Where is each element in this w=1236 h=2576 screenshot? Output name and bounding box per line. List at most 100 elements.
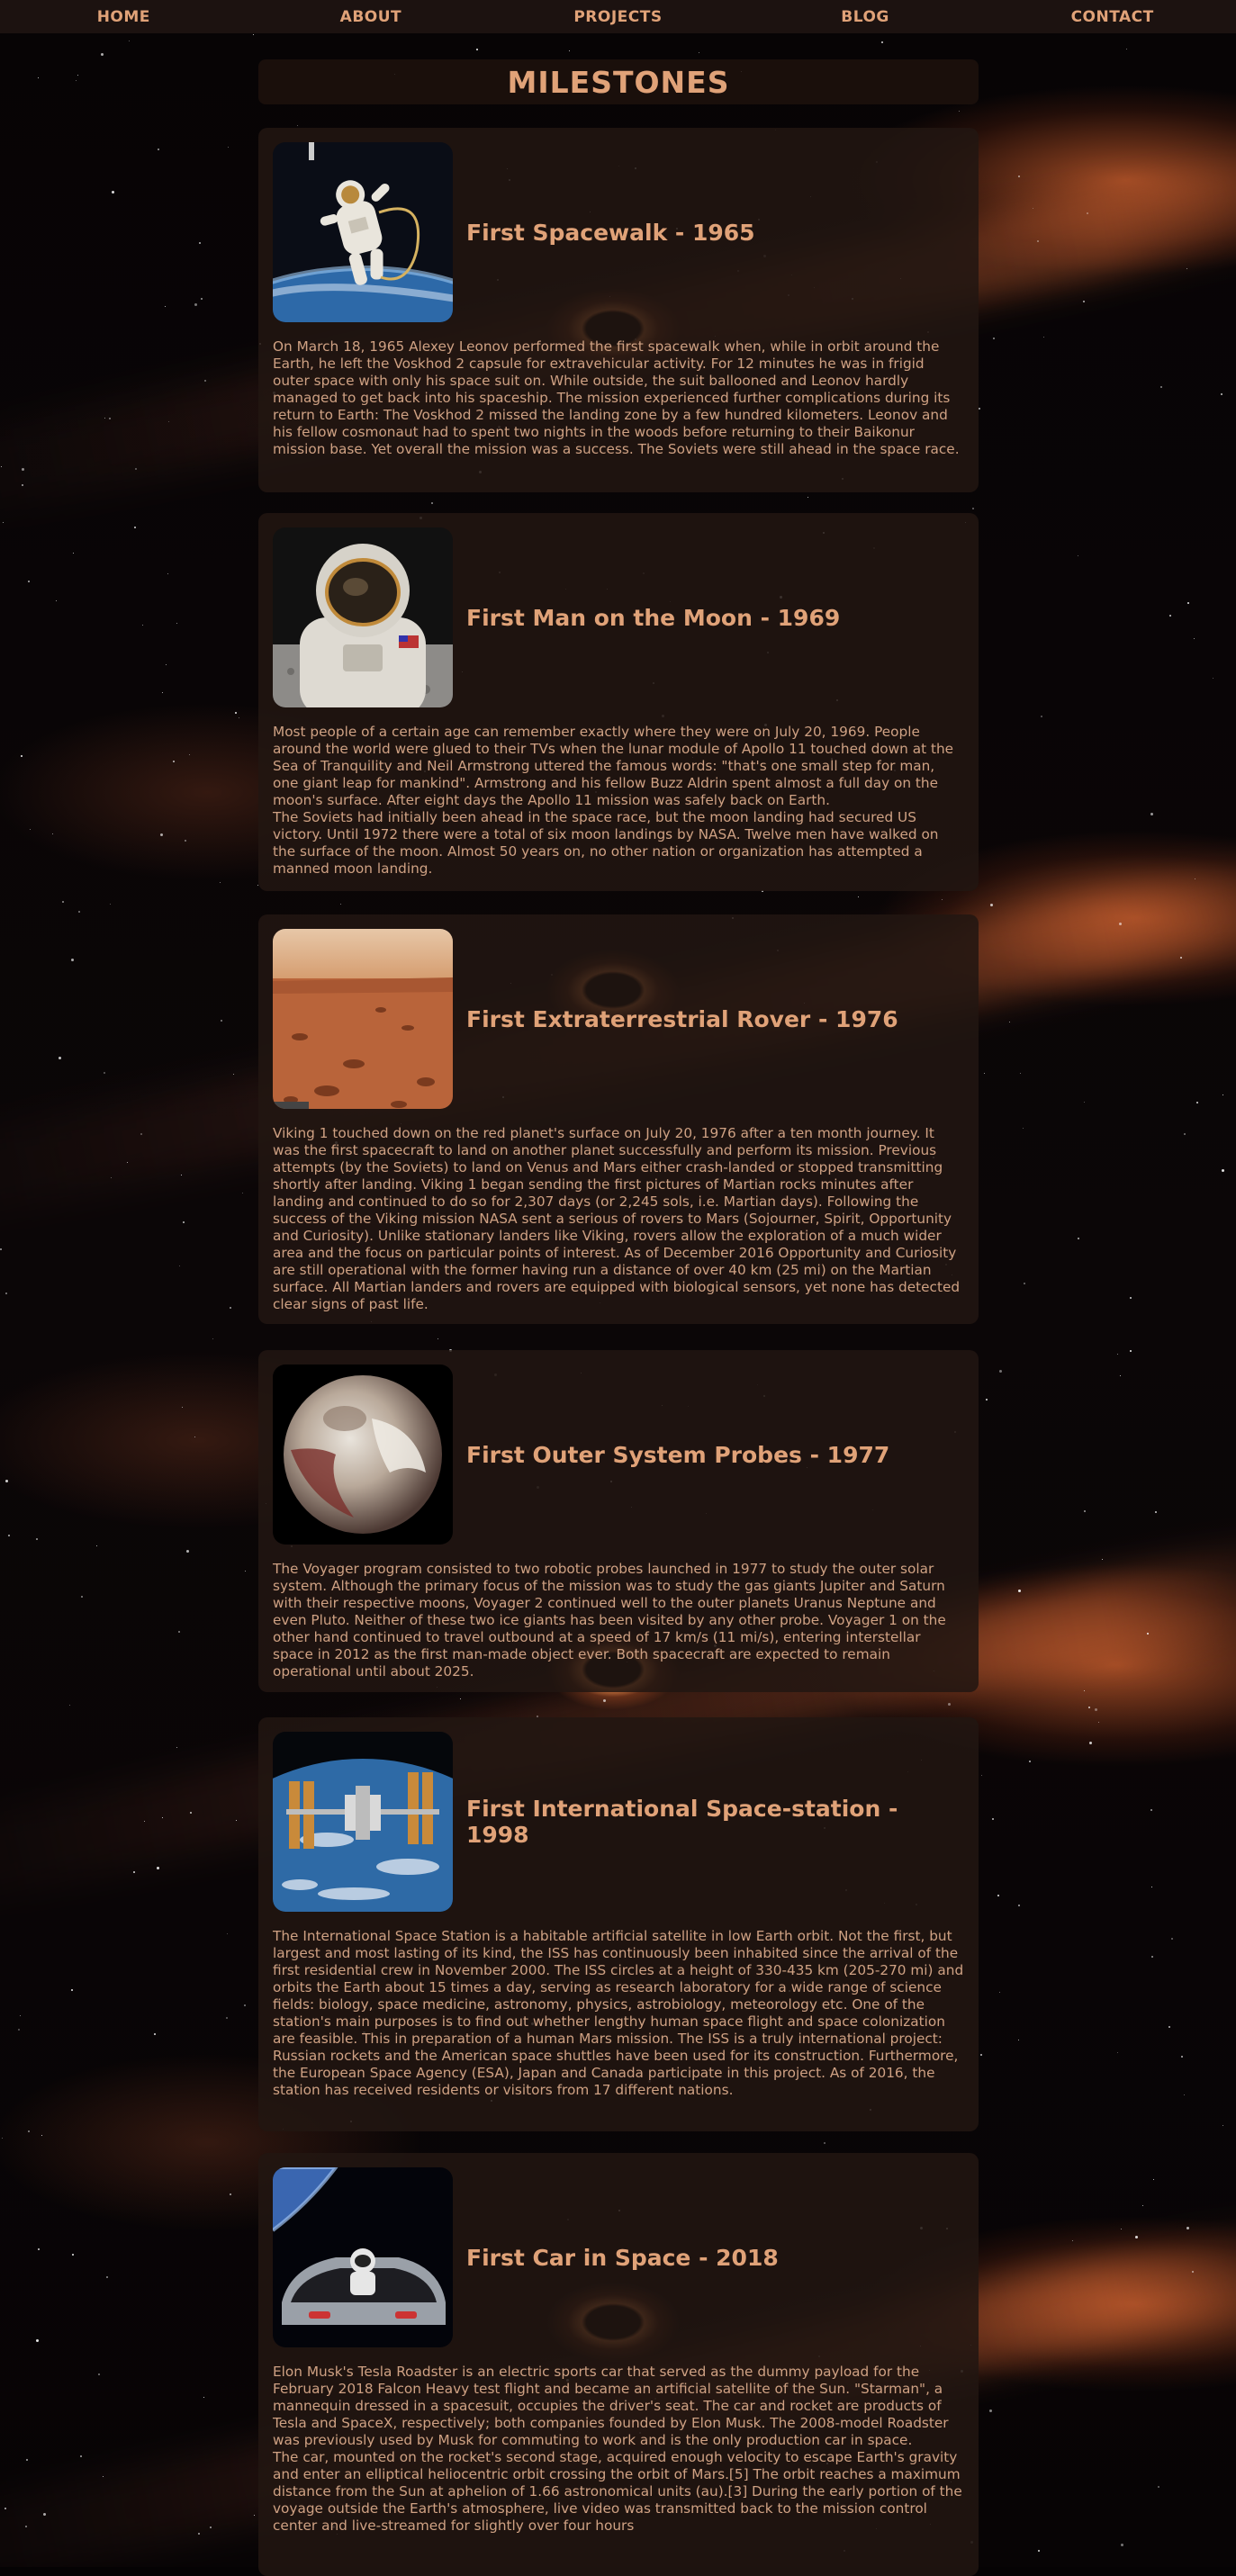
star-dot (297, 125, 298, 126)
star-dot (28, 581, 30, 582)
space-station-image (273, 1732, 453, 1912)
star-dot (38, 2248, 40, 2250)
star-dot (21, 755, 23, 757)
star-dot (98, 2373, 100, 2375)
star-dot (1181, 2056, 1183, 2058)
star-dot (73, 553, 74, 554)
milestone-card: First Spacewalk - 1965 On March 18, 1965… (258, 128, 979, 492)
star-dot (993, 338, 995, 339)
star-dot (1078, 1238, 1079, 1239)
star-dot (56, 600, 57, 601)
star-dot (1194, 638, 1195, 639)
star-dot (1192, 2271, 1194, 2273)
star-dot (190, 1812, 192, 1814)
milestone-title: First Spacewalk - 1965 (466, 219, 755, 246)
star-dot (20, 2015, 21, 2016)
star-dot (52, 833, 53, 834)
star-dot (1184, 2094, 1185, 2095)
star-dot (992, 1818, 994, 1820)
star-dot (1160, 386, 1162, 388)
star-dot (1018, 1590, 1021, 1592)
star-dot (36, 1538, 38, 1540)
star-dot (157, 1867, 159, 1869)
star-dot (569, 50, 570, 51)
star-dot (603, 1699, 606, 1702)
star-dot (43, 2513, 46, 2516)
mars-surface-image (273, 929, 453, 1109)
milestone-description: Elon Musk's Tesla Roadster is an electri… (273, 2364, 962, 2534)
star-dot (1153, 2179, 1154, 2180)
star-dot (972, 508, 974, 509)
pluto-planet-image (273, 1365, 453, 1545)
star-dot (1043, 337, 1044, 338)
star-dot (230, 2193, 231, 2195)
star-dot (254, 2515, 255, 2516)
star-dot (71, 959, 74, 961)
star-dot (168, 421, 169, 422)
star-dot (226, 2017, 228, 2019)
star-dot (199, 242, 201, 244)
star-dot (1186, 2227, 1189, 2229)
star-dot (999, 1992, 1000, 1993)
star-dot (18, 2029, 20, 2031)
star-dot (881, 41, 883, 43)
star-dot (41, 2135, 42, 2136)
star-dot (1171, 1938, 1173, 1940)
star-dot (1038, 2550, 1040, 2552)
star-dot (1029, 1761, 1031, 1762)
star-dot (979, 408, 980, 410)
star-dot (1041, 716, 1042, 717)
star-dot (0, 1248, 2, 1250)
star-dot (1102, 1559, 1103, 1560)
star-dot (110, 904, 111, 905)
star-dot (135, 468, 137, 470)
star-dot (1072, 2240, 1073, 2241)
star-dot (948, 1703, 951, 1706)
star-dot (997, 1895, 999, 1896)
star-dot (22, 468, 24, 471)
star-dot (1150, 1809, 1152, 1811)
star-dot (133, 1871, 135, 1873)
star-dot (824, 2142, 826, 2144)
star-dot (176, 1747, 177, 1748)
star-dot (220, 882, 221, 883)
nav-contact-link[interactable]: CONTACT (988, 8, 1236, 26)
star-dot (103, 2476, 104, 2477)
star-dot (1119, 923, 1122, 925)
milestone-title: First Man on the Moon - 1969 (466, 604, 841, 631)
milestone-title: First Car in Space - 2018 (466, 2244, 779, 2271)
star-dot (78, 911, 80, 913)
star-dot (1187, 602, 1189, 604)
star-dot (96, 1545, 97, 1546)
star-dot (1084, 1102, 1085, 1103)
star-dot (1084, 1510, 1086, 1512)
star-dot (235, 712, 237, 714)
star-dot (186, 1550, 189, 1553)
star-dot (1151, 1956, 1153, 1958)
star-dot (104, 1072, 105, 1074)
star-dot (858, 896, 859, 897)
nav-projects-link[interactable]: PROJECTS (494, 8, 742, 26)
star-dot (1135, 2236, 1138, 2238)
nav-about-link[interactable]: ABOUT (248, 8, 495, 26)
star-dot (1037, 240, 1039, 242)
star-dot (807, 497, 808, 498)
nav-home-link[interactable]: HOME (0, 8, 248, 26)
nav-blog-link[interactable]: BLOG (742, 8, 989, 26)
milestone-title: First Outer System Probes - 1977 (466, 1441, 890, 1468)
milestone-card: First Outer System Probes - 1977 The Voy… (258, 1350, 979, 1692)
milestone-card: First Extraterrestrial Rover - 1976 Viki… (258, 914, 979, 1324)
star-dot (158, 149, 159, 150)
star-dot (109, 418, 111, 419)
star-dot (189, 754, 190, 755)
star-dot (72, 2254, 74, 2256)
star-dot (244, 2004, 246, 2006)
star-dot (228, 147, 229, 148)
star-dot (942, 899, 943, 900)
star-dot (1142, 2205, 1143, 2206)
page-title-banner: MILESTONES (258, 59, 979, 104)
star-dot (30, 829, 31, 830)
milestone-description: On March 18, 1965 Alexey Leonov performe… (273, 338, 960, 457)
star-dot (36, 2339, 39, 2342)
star-dot (460, 1698, 461, 1699)
